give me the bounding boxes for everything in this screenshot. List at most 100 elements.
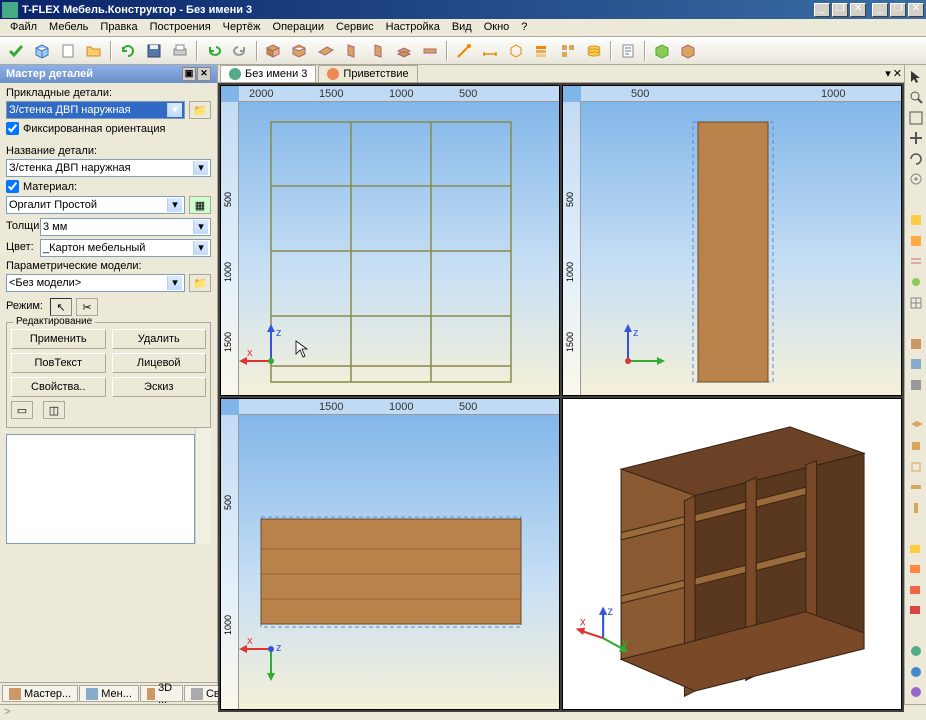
render-icon[interactable] (676, 39, 700, 63)
doc-tab-1[interactable]: Без имени 3 (220, 65, 316, 82)
material-checkbox[interactable] (6, 180, 19, 193)
close-button[interactable]: ✕ (850, 3, 866, 17)
rt-render3-icon[interactable] (906, 683, 926, 703)
coins-icon[interactable] (582, 39, 606, 63)
material-picker-icon[interactable]: ▦ (189, 196, 211, 214)
material-combo[interactable]: Оргалит Простой▾ (6, 196, 185, 214)
save-icon[interactable] (142, 39, 166, 63)
tabs-dropdown-icon[interactable]: ▾ (885, 67, 891, 80)
undo2-icon[interactable] (202, 39, 226, 63)
rt-tool4-icon[interactable] (906, 477, 926, 497)
print-icon[interactable] (168, 39, 192, 63)
layout1-icon[interactable]: ▭ (11, 401, 33, 419)
viewport-top[interactable]: 1500 1000 500 500 1000 (220, 398, 560, 709)
rt-zoom-fit-icon[interactable] (906, 108, 926, 128)
param-models-combo[interactable]: <Без модели>▾ (6, 274, 185, 292)
rt-grid-icon[interactable] (906, 293, 926, 313)
rt-cube1-icon[interactable] (906, 211, 926, 231)
apply-button[interactable]: Применить (11, 329, 106, 349)
menu-furniture[interactable]: Мебель (43, 19, 94, 36)
rt-tool1-icon[interactable] (906, 416, 926, 436)
rt-rotate-icon[interactable] (906, 149, 926, 169)
param-models-browse-icon[interactable]: 📁 (189, 274, 211, 292)
panel-box2-icon[interactable] (288, 39, 312, 63)
panel-pin-icon[interactable]: ▣ (182, 67, 196, 81)
menu-view[interactable]: Вид (446, 19, 478, 36)
viewport-front[interactable]: 2000 1500 1000 500 500 1000 1500 (220, 85, 560, 396)
panel-vert2-icon[interactable] (366, 39, 390, 63)
box-icon[interactable] (30, 39, 54, 63)
minimize-button[interactable]: _ (814, 3, 830, 17)
properties-button[interactable]: Свойства.. (11, 377, 106, 397)
panel-vert-icon[interactable] (340, 39, 364, 63)
panel-multi-icon[interactable] (392, 39, 416, 63)
redo-icon[interactable] (228, 39, 252, 63)
doc-tab-welcome[interactable]: Приветствие (318, 65, 417, 82)
menu-service[interactable]: Сервис (330, 19, 380, 36)
layout2-icon[interactable]: ◫ (43, 401, 65, 419)
rt-vis1-icon[interactable] (906, 334, 926, 354)
measure-icon[interactable] (452, 39, 476, 63)
menu-file[interactable]: Файл (4, 19, 43, 36)
rt-snap-icon[interactable] (906, 272, 926, 292)
undo-icon[interactable] (116, 39, 140, 63)
rt-tool2-icon[interactable] (906, 436, 926, 456)
part-name-combo[interactable]: З/стенка ДВП наружная▾ (6, 159, 211, 177)
restore-button[interactable]: ❐ (832, 3, 848, 17)
assembly-icon[interactable] (556, 39, 580, 63)
report-icon[interactable] (616, 39, 640, 63)
menu-operations[interactable]: Операции (267, 19, 330, 36)
menu-help[interactable]: ? (515, 19, 533, 36)
rt-cube2-icon[interactable] (906, 231, 926, 251)
stack-icon[interactable] (530, 39, 554, 63)
doc-minimize-button[interactable]: _ (872, 3, 888, 17)
applied-parts-browse-icon[interactable]: 📁 (189, 101, 211, 119)
view3d-icon[interactable] (650, 39, 674, 63)
mode-cut-icon[interactable]: ✂ (76, 298, 98, 316)
applied-parts-combo[interactable]: З/стенка ДВП наружная▾ (6, 101, 185, 119)
rt-zoom-in-icon[interactable] (906, 88, 926, 108)
tab-menu[interactable]: Мен... (79, 685, 139, 702)
color-combo[interactable]: _Картон мебельный▾ (40, 239, 211, 257)
menu-window[interactable]: Окно (478, 19, 516, 36)
open-icon[interactable] (82, 39, 106, 63)
rt-tool3-icon[interactable] (906, 457, 926, 477)
rt-render1-icon[interactable] (906, 642, 926, 662)
accept-icon[interactable] (4, 39, 28, 63)
rt-m1-icon[interactable] (906, 539, 926, 559)
rt-target-icon[interactable] (906, 170, 926, 190)
viewport-3d[interactable]: z x y (562, 398, 902, 709)
panel-box1-icon[interactable] (262, 39, 286, 63)
thickness-combo[interactable]: 3 мм▾ (40, 218, 211, 236)
viewport-side[interactable]: 500 1000 500 1000 1500 z (562, 85, 902, 396)
face-button[interactable]: Лицевой (112, 353, 207, 373)
panel-ruler-icon[interactable] (418, 39, 442, 63)
rotate-text-button[interactable]: ПовТекст (11, 353, 106, 373)
menu-edit[interactable]: Правка (94, 19, 143, 36)
fixed-orientation-checkbox[interactable] (6, 122, 19, 135)
rt-m3-icon[interactable] (906, 580, 926, 600)
menu-settings[interactable]: Настройка (380, 19, 446, 36)
sketch-button[interactable]: Эскиз (112, 377, 207, 397)
tab-master[interactable]: Мастер... (2, 685, 78, 702)
mode-select-icon[interactable]: ↖ (50, 298, 72, 316)
tab-3d[interactable]: 3D ... (140, 685, 183, 702)
new-icon[interactable] (56, 39, 80, 63)
rt-m4-icon[interactable] (906, 601, 926, 621)
rt-render2-icon[interactable] (906, 662, 926, 682)
rt-vis3-icon[interactable] (906, 375, 926, 395)
menu-constructions[interactable]: Построения (144, 19, 217, 36)
rt-cursor-icon[interactable] (906, 67, 926, 87)
parts-list[interactable] (6, 434, 195, 544)
menu-drawing[interactable]: Чертёж (217, 19, 267, 36)
rt-m2-icon[interactable] (906, 560, 926, 580)
dimension-icon[interactable] (478, 39, 502, 63)
delete-button[interactable]: Удалить (112, 329, 207, 349)
rt-tool5-icon[interactable] (906, 498, 926, 518)
panel-flat-icon[interactable] (314, 39, 338, 63)
tabs-close-icon[interactable]: ✕ (893, 67, 902, 80)
rt-layers-icon[interactable] (906, 252, 926, 272)
list-scrollbar[interactable] (195, 428, 211, 544)
rt-vis2-icon[interactable] (906, 354, 926, 374)
rt-pan-icon[interactable] (906, 129, 926, 149)
